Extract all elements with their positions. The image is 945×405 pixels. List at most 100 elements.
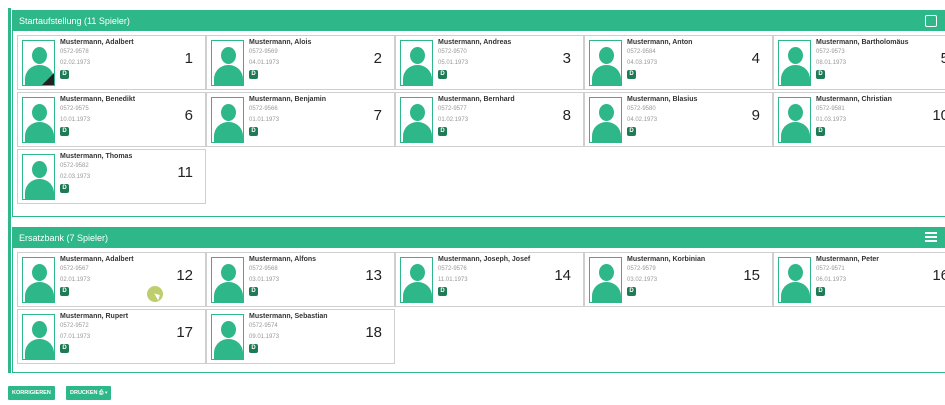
player-avatar xyxy=(400,257,433,303)
player-id: 0572-9569 xyxy=(249,49,278,55)
avatar-body-shape xyxy=(25,339,54,359)
player-birthdate: 02.03.1973 xyxy=(60,174,91,180)
avatar-body-shape xyxy=(403,282,432,302)
player-card[interactable]: Mustermann, Adalbert 0572-9567 02.01.1973 D… xyxy=(17,252,206,307)
player-id: 0572-9579 xyxy=(627,266,656,272)
avatar-head-shape xyxy=(221,104,236,121)
bench-title: Ersatzbank (7 Spieler) xyxy=(19,233,109,243)
avatar-head-shape xyxy=(32,104,47,121)
player-name: Mustermann, Andreas xyxy=(438,39,512,46)
player-avatar xyxy=(778,40,811,86)
player-birthdate: 10.01.1973 xyxy=(60,117,91,123)
player-jersey-number: 1 xyxy=(184,50,193,67)
player-name: Mustermann, Thomas xyxy=(60,153,133,160)
player-nationality-badge: D xyxy=(249,344,258,353)
print-button[interactable]: DRUCKEN ⎙ ▾ xyxy=(66,386,112,400)
player-nationality-badge: D xyxy=(249,70,258,79)
player-name: Mustermann, Sebastian xyxy=(249,313,328,320)
correct-button[interactable]: KORRIGIEREN xyxy=(8,386,55,400)
player-avatar xyxy=(400,97,433,143)
player-birthdate: 03.01.1973 xyxy=(249,277,280,283)
bench-header: Ersatzbank (7 Spieler) xyxy=(13,228,945,248)
player-id: 0572-9577 xyxy=(438,106,467,112)
player-jersey-number: 3 xyxy=(562,50,571,67)
player-id: 0572-9573 xyxy=(816,49,845,55)
player-avatar xyxy=(211,40,244,86)
player-name: Mustermann, Rupert xyxy=(60,313,129,320)
avatar-body-shape xyxy=(25,179,54,199)
player-card[interactable]: Mustermann, Benjamin 0572-9566 01.01.1973 D… xyxy=(206,92,395,147)
player-birthdate: 07.01.1973 xyxy=(60,334,91,340)
player-nationality-badge: D xyxy=(816,287,825,296)
player-nationality-badge: D xyxy=(627,70,636,79)
starting-lineup-header: Startaufstellung (11 Spieler) xyxy=(13,11,945,31)
player-birthdate: 02.02.1973 xyxy=(60,60,91,66)
player-id: 0572-9567 xyxy=(60,266,89,272)
player-card[interactable]: Mustermann, Bartholomäus 0572-9573 08.01.1… xyxy=(773,35,945,90)
player-name: Mustermann, Benedikt xyxy=(60,96,136,103)
player-jersey-number: 4 xyxy=(751,50,760,67)
player-nationality-badge: D xyxy=(60,344,69,353)
player-card[interactable]: Mustermann, Benedikt 0572-9575 10.01.1973 D… xyxy=(17,92,206,147)
player-name: Mustermann, Bartholomäus xyxy=(816,39,909,46)
player-card[interactable]: Mustermann, Joseph, Josef 0572-9576 11.01.… xyxy=(395,252,584,307)
player-card[interactable]: Mustermann, Korbinian 0572-9579 03.02.1973… xyxy=(584,252,773,307)
avatar-head-shape xyxy=(221,47,236,64)
player-card[interactable]: Mustermann, Thomas 0572-9582 02.03.1973 D 11 xyxy=(17,149,206,204)
grid-view-icon[interactable] xyxy=(925,15,937,27)
player-name: Mustermann, Anton xyxy=(627,39,693,46)
player-jersey-number: 6 xyxy=(184,107,193,124)
avatar-head-shape xyxy=(32,161,47,178)
avatar-head-shape xyxy=(788,47,803,64)
player-jersey-number: 17 xyxy=(176,324,193,341)
player-card[interactable]: Mustermann, Adalbert 0572-9578 02.02.1973 D… xyxy=(17,35,206,90)
player-birthdate: 01.02.1973 xyxy=(438,117,469,123)
player-card[interactable]: Mustermann, Peter 0572-9571 06.01.1973 D 16 xyxy=(773,252,945,307)
avatar-head-shape xyxy=(599,104,614,121)
player-nationality-badge: D xyxy=(816,127,825,136)
player-name: Mustermann, Adalbert xyxy=(60,256,134,263)
avatar-head-shape xyxy=(410,264,425,281)
player-id: 0572-9581 xyxy=(816,106,845,112)
player-id: 0572-9576 xyxy=(438,266,467,272)
avatar-body-shape xyxy=(25,282,54,302)
player-avatar xyxy=(211,97,244,143)
avatar-head-shape xyxy=(599,47,614,64)
player-nationality-badge: D xyxy=(60,184,69,193)
avatar-head-shape xyxy=(599,264,614,281)
player-card[interactable]: Mustermann, Sebastian 0572-9574 09.01.1973… xyxy=(206,309,395,364)
player-avatar xyxy=(211,257,244,303)
player-avatar xyxy=(22,154,55,200)
print-button-label: DRUCKEN xyxy=(70,390,98,396)
player-id: 0572-9566 xyxy=(249,106,278,112)
player-id: 0572-9580 xyxy=(627,106,656,112)
player-birthdate: 04.01.1973 xyxy=(249,60,280,66)
player-id: 0572-9572 xyxy=(60,323,89,329)
player-card[interactable]: Mustermann, Rupert 0572-9572 07.01.1973 D 17 xyxy=(17,309,206,364)
player-name: Mustermann, Bernhard xyxy=(438,96,515,103)
player-jersey-number: 16 xyxy=(932,267,945,284)
avatar-body-shape xyxy=(592,122,621,142)
player-birthdate: 11.01.1973 xyxy=(438,277,468,283)
player-card[interactable]: Mustermann, Bernhard 0572-9577 01.02.1973 D… xyxy=(395,92,584,147)
photo-corner-icon[interactable] xyxy=(42,73,54,85)
player-birthdate: 01.03.1973 xyxy=(816,117,847,123)
player-jersey-number: 12 xyxy=(176,267,193,284)
player-nationality-badge: D xyxy=(438,70,447,79)
player-nationality-badge: D xyxy=(60,70,69,79)
player-card[interactable]: Mustermann, Anton 0572-9584 04.03.1973 D 4 xyxy=(584,35,773,90)
player-card[interactable]: Mustermann, Blasius 0572-9580 04.02.1973 D 9 xyxy=(584,92,773,147)
player-birthdate: 04.02.1973 xyxy=(627,117,658,123)
avatar-head-shape xyxy=(32,321,47,338)
player-card[interactable]: Mustermann, Alois 0572-9569 04.01.1973 D 2 xyxy=(206,35,395,90)
player-jersey-number: 9 xyxy=(751,107,760,124)
player-avatar xyxy=(22,257,55,303)
player-card[interactable]: Mustermann, Alfons 0572-9568 03.01.1973 D 13 xyxy=(206,252,395,307)
player-avatar xyxy=(589,257,622,303)
player-name: Mustermann, Alfons xyxy=(249,256,317,263)
player-card[interactable]: Mustermann, Christian 0572-9581 01.03.1973… xyxy=(773,92,945,147)
player-card[interactable]: Mustermann, Andreas 0572-9570 05.01.1973 D 3 xyxy=(395,35,584,90)
list-view-icon[interactable] xyxy=(925,232,937,244)
player-avatar xyxy=(778,97,811,143)
starting-lineup-panel: Startaufstellung (11 Spieler) Mustermann… xyxy=(12,10,945,217)
